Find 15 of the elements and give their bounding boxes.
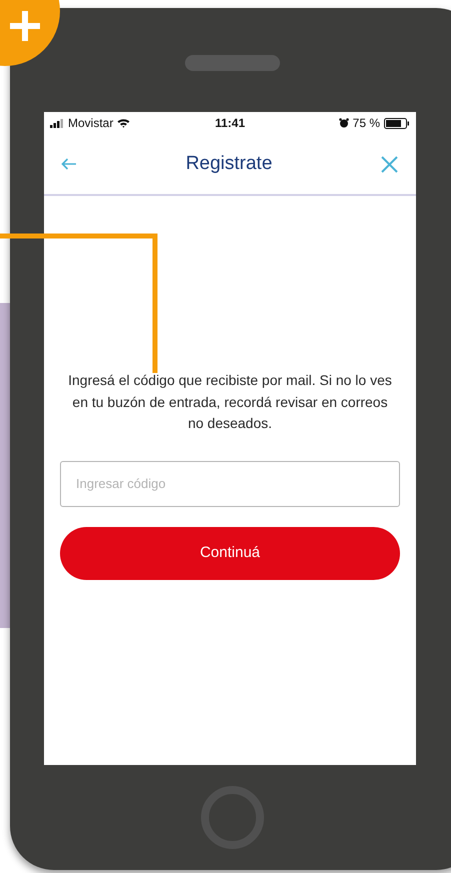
back-arrow-icon — [61, 158, 77, 170]
instruction-text: Ingresá el código que recibiste por mail. Si no lo ves en tu buzón de entrada, recordá revisar en correos no deseados. — [67, 371, 393, 433]
wifi-icon — [117, 118, 130, 128]
signal-icon — [50, 118, 64, 128]
close-icon — [381, 156, 398, 172]
screen-title: Registrate — [186, 152, 272, 176]
carrier-name: Movistar — [68, 115, 114, 132]
close-button[interactable] — [380, 154, 400, 174]
continue-button[interactable]: Continuá — [60, 526, 400, 580]
battery-percent: 75 % — [352, 115, 380, 132]
alarm-clock-icon — [338, 118, 349, 128]
code-input-field[interactable]: Ingresar código — [60, 460, 400, 506]
battery-icon — [384, 118, 410, 128]
plus-icon — [10, 11, 40, 41]
status-time: 11:41 — [214, 115, 246, 132]
